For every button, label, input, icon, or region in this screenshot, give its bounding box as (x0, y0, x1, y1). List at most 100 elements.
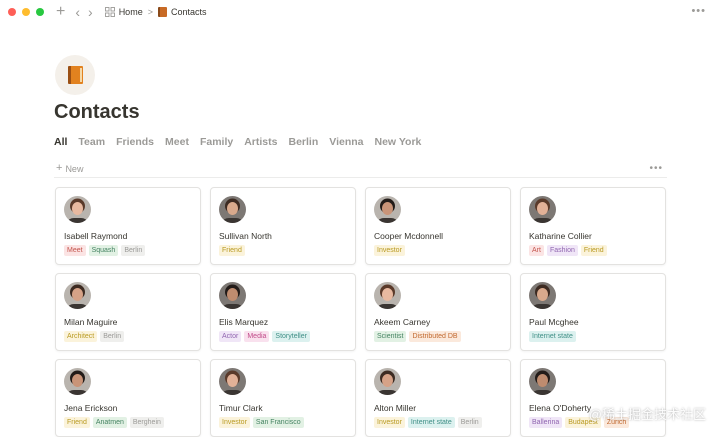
breadcrumb-current[interactable]: Contacts (171, 7, 207, 17)
contact-card[interactable]: Isabell Raymond Meet Squash Berlin (55, 187, 201, 265)
tag-badge: Ballerina (529, 417, 563, 428)
contact-card[interactable]: Elis Marquez Actor Media Storyteller (210, 273, 356, 351)
tag-badge: Fashion (546, 245, 578, 256)
tag-badge: Internet state (529, 331, 576, 342)
tab-vienna[interactable]: Vienna (329, 136, 363, 148)
new-button[interactable]: + New (56, 162, 84, 174)
more-options-icon[interactable]: ••• (691, 5, 706, 17)
contact-tags: Friend Anatmen Berghein (64, 417, 164, 428)
tab-team[interactable]: Team (78, 136, 105, 148)
tab-all[interactable]: All (54, 136, 67, 148)
avatar (64, 196, 91, 223)
avatar (374, 196, 401, 223)
contact-name: Katharine Collier (529, 231, 592, 241)
tag-badge: Internet state (407, 417, 455, 428)
contact-card[interactable]: Elena O'Doherty Ballerina Budapest Zurich (520, 359, 666, 437)
tab-family[interactable]: Family (200, 136, 233, 148)
contact-card[interactable]: Milan Maguire Architect Berlin (55, 273, 201, 351)
contact-card[interactable]: Timur Clark Investor San Francisco (210, 359, 356, 437)
back-chevron-icon[interactable]: ‹ (75, 5, 80, 19)
home-grid-icon (104, 7, 115, 17)
forward-chevron-icon[interactable]: › (88, 5, 93, 19)
avatar (529, 196, 556, 223)
contact-name: Akeem Carney (374, 317, 431, 327)
tag-badge: San Francisco (252, 417, 304, 428)
tab-new-york[interactable]: New York (375, 136, 422, 148)
breadcrumb: Home > Contacts (104, 7, 207, 17)
view-tabs: All Team Friends Meet Family Artists Ber… (54, 136, 421, 148)
breadcrumb-separator: > (147, 7, 153, 17)
tag-badge: Actor (219, 331, 242, 342)
tag-badge: Architect (64, 331, 98, 342)
contact-tags: Investor (374, 245, 405, 256)
contact-tags: Art Fashion Friend (529, 245, 607, 256)
avatar (219, 282, 246, 309)
more-options-icon[interactable]: ••• (649, 163, 663, 174)
tag-badge: Berlin (121, 245, 146, 256)
contact-name: Alton Miller (374, 403, 417, 413)
tag-badge: Berlin (457, 417, 482, 428)
gallery-toolbar: + New ••• (54, 160, 667, 178)
contact-name: Sullivan North (219, 231, 272, 241)
tag-badge: Distributed DB (409, 331, 461, 342)
tag-badge: Scientist (374, 331, 407, 342)
avatar (529, 368, 556, 395)
tab-meet[interactable]: Meet (165, 136, 189, 148)
breadcrumb-home[interactable]: Home (119, 7, 143, 17)
contact-card[interactable]: Paul Mcghee Internet state (520, 273, 666, 351)
avatar (64, 368, 91, 395)
minimize-window-button[interactable] (22, 8, 30, 16)
contact-tags: Investor San Francisco (219, 417, 304, 428)
avatar (219, 368, 246, 395)
book-icon (157, 7, 167, 17)
contact-tags: Scientist Distributed DB (374, 331, 461, 342)
contact-name: Timur Clark (219, 403, 263, 413)
tag-badge: Berghein (129, 417, 164, 428)
book-icon (67, 66, 83, 84)
tag-badge: Friend (64, 417, 90, 428)
contact-card[interactable]: Alton Miller Investor Internet state Berlin (365, 359, 511, 437)
contact-tags: Meet Squash Berlin (64, 245, 146, 256)
new-button-label: New (65, 163, 84, 174)
window-toolbar: + ‹ › Home > Contacts ••• (0, 0, 720, 24)
plus-icon: + (56, 162, 63, 174)
tag-badge: Investor (374, 417, 405, 428)
tab-friends[interactable]: Friends (116, 136, 154, 148)
contact-tags: Internet state (529, 331, 576, 342)
contact-tags: Actor Media Storyteller (219, 331, 310, 342)
avatar (219, 196, 246, 223)
page-title[interactable]: Contacts (54, 101, 140, 124)
contact-name: Milan Maguire (64, 317, 118, 327)
tab-artists[interactable]: Artists (244, 136, 277, 148)
tag-badge: Anatmen (92, 417, 127, 428)
contact-card[interactable]: Sullivan North Friend (210, 187, 356, 265)
maximize-window-button[interactable] (36, 8, 44, 16)
tag-badge: Friend (219, 245, 245, 256)
tag-badge: Investor (219, 417, 250, 428)
contact-card[interactable]: Cooper Mcdonnell Investor (365, 187, 511, 265)
new-tab-plus-icon[interactable]: + (56, 4, 65, 20)
contact-tags: Friend (219, 245, 245, 256)
contact-name: Isabell Raymond (64, 231, 128, 241)
tab-berlin[interactable]: Berlin (288, 136, 318, 148)
avatar (529, 282, 556, 309)
window-controls (8, 8, 44, 16)
contact-card[interactable]: Akeem Carney Scientist Distributed DB (365, 273, 511, 351)
watermark: @稀土掘金技术社区 (588, 407, 706, 422)
contact-card[interactable]: Katharine Collier Art Fashion Friend (520, 187, 666, 265)
tag-badge: Storyteller (272, 331, 310, 342)
contact-card[interactable]: Jena Erickson Friend Anatmen Berghein (55, 359, 201, 437)
tag-badge: Art (529, 245, 544, 256)
page-icon[interactable] (55, 55, 95, 95)
tag-badge: Berlin (100, 331, 125, 342)
contact-name: Paul Mcghee (529, 317, 579, 327)
contact-tags: Architect Berlin (64, 331, 125, 342)
tag-badge: Squash (88, 245, 119, 256)
contact-name: Jena Erickson (64, 403, 118, 413)
close-window-button[interactable] (8, 8, 16, 16)
tag-badge: Meet (64, 245, 86, 256)
tag-badge: Friend (580, 245, 607, 256)
contact-name: Elis Marquez (219, 317, 269, 327)
avatar (374, 282, 401, 309)
contact-name: Cooper Mcdonnell (374, 231, 443, 241)
